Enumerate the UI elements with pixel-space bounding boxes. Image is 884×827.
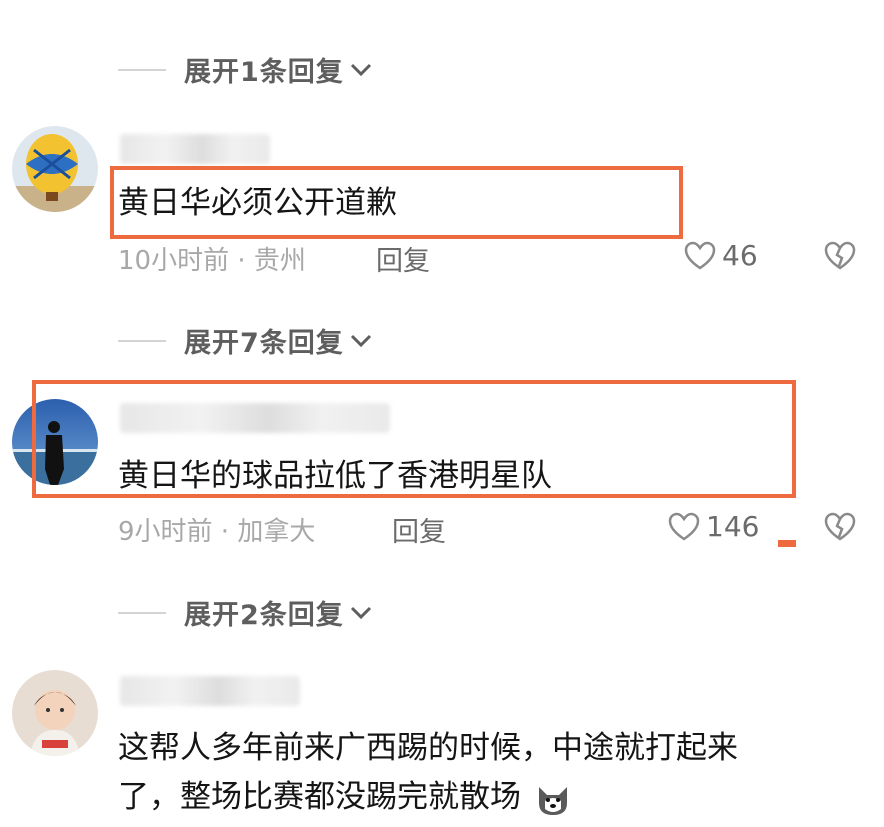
like-button[interactable]: 146 [668,510,759,543]
expand-replies-label: 展开7条回复 [184,328,344,359]
divider [118,611,166,614]
avatar[interactable] [12,126,98,212]
expand-replies-2[interactable]: 展开2条回复 [118,593,372,632]
comment-text: 黄日华的球品拉低了香港明星队 [118,458,552,494]
blurred-username [120,676,300,706]
blurred-username [120,134,270,164]
broken-heart-icon[interactable] [824,241,856,271]
heart-icon [684,241,716,270]
highlight-marker [778,540,796,547]
expand-replies-label: 展开2条回复 [184,600,344,631]
comment-text: 黄日华必须公开道歉 [118,185,397,221]
like-button[interactable]: 46 [684,239,758,272]
reply-button[interactable]: 回复 [376,239,430,278]
divider [118,68,166,71]
husky-emoji-icon [538,786,567,815]
broken-heart-icon[interactable] [824,512,856,542]
expand-replies-7[interactable]: 展开7条回复 [118,321,372,360]
hot-air-balloon-avatar [12,126,98,212]
child-avatar [12,670,98,756]
heart-icon [668,512,700,541]
like-count: 146 [706,510,760,543]
chevron-down-icon [350,334,371,347]
comment-text-line-2: 了，整场比赛都没踢完就散场 [118,771,571,817]
comment-meta: 10小时前 · 贵州 [118,246,306,276]
comment-meta: 9小时前 · 加拿大 [118,517,316,547]
chevron-down-icon [350,606,371,619]
comment-text-line-1: 这帮人多年前来广西踢的时候，中途就打起来 [118,730,738,766]
avatar[interactable] [12,670,98,756]
expand-replies-label: 展开1条回复 [184,57,344,88]
like-count: 46 [722,239,758,272]
reply-button[interactable]: 回复 [392,510,446,549]
expand-replies-1[interactable]: 展开1条回复 [118,50,372,89]
divider [118,339,166,342]
chevron-down-icon [350,63,371,76]
comment-text-line-2-text: 了，整场比赛都没踢完就散场 [118,779,521,815]
